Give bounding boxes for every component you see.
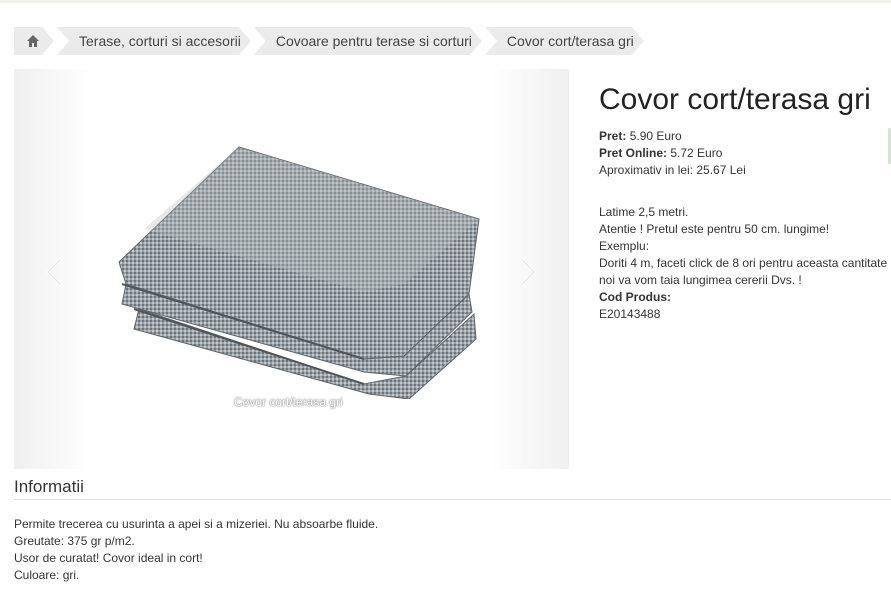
product-desc-example: Doriti 4 m, faceti click de 8 ori pentru… (599, 256, 888, 270)
online-price-value: 5.72 Euro (670, 146, 723, 160)
product-title: Covor cort/terasa gri (599, 83, 871, 116)
top-border (0, 0, 891, 3)
price-line: Pret: 5.90 Euro (599, 128, 682, 145)
online-price-line: Pret Online: 5.72 Euro (599, 145, 722, 162)
breadcrumb: Terase, corturi si accesorii Covoare pen… (14, 27, 647, 55)
price-label: Pret: (599, 129, 627, 143)
info-line-color: Culoare: gri. (14, 568, 80, 582)
product-code-value: E20143488 (599, 307, 661, 321)
info-line-weight: Greutate: 375 gr p/m2. (14, 534, 135, 548)
section-divider (14, 499, 891, 500)
product-desc-example-label: Exemplu: (599, 239, 650, 253)
breadcrumb-item-current[interactable]: Covor cort/terasa gri (485, 27, 644, 55)
price-value: 5.90 Euro (629, 129, 682, 143)
approx-price-lei: Aproximativ in lei: 25.67 Lei (599, 163, 746, 177)
online-price-label: Pret Online: (599, 146, 668, 160)
next-image-arrow-icon[interactable] (516, 257, 540, 287)
breadcrumb-item-subcategory[interactable]: Covoare pentru terase si corturi (254, 27, 482, 55)
informatii-heading: Informatii (14, 477, 84, 496)
product-image (118, 146, 480, 399)
info-line-cleaning: Usor de curatat! Covor ideal in cort! (14, 551, 203, 565)
product-desc-cut-note: noi va vom taia lungimea cererii Dvs. ! (599, 273, 802, 287)
breadcrumb-home[interactable] (14, 27, 54, 55)
product-gallery: Covor cort/terasa gri (14, 69, 569, 469)
product-desc-warning: Atentie ! Pretul este pentru 50 cm. lung… (599, 222, 830, 236)
product-desc-width: Latime 2,5 metri. (599, 205, 689, 219)
home-icon (26, 34, 40, 48)
previous-image-arrow-icon[interactable] (42, 257, 66, 287)
breadcrumb-item-category[interactable]: Terase, corturi si accesorii (57, 27, 251, 55)
image-watermark: Covor cort/terasa gri (234, 395, 343, 409)
info-line-drainage: Permite trecerea cu usurinta a apei si a… (14, 517, 379, 531)
product-code-label: Cod Produs: (599, 290, 671, 304)
